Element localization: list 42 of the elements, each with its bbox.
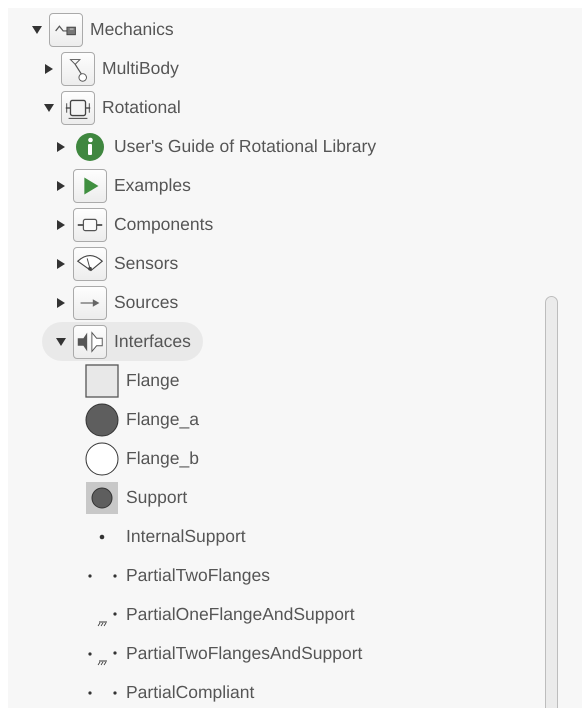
tree-item-label[interactable]: Components: [114, 214, 214, 235]
tree-item-label[interactable]: Sensors: [114, 253, 178, 274]
tree-item-label[interactable]: InternalSupport: [126, 526, 246, 547]
tree-item-label[interactable]: Rotational: [102, 97, 181, 118]
flange-icon: [73, 324, 107, 358]
dots-ground-icon: [88, 650, 117, 665]
caret-icon[interactable]: [32, 24, 42, 34]
inertia-icon: [61, 90, 95, 124]
caret-icon[interactable]: [56, 142, 66, 152]
tree-item-label[interactable]: Sources: [114, 292, 178, 313]
tree-item-label[interactable]: Interfaces: [114, 331, 191, 352]
play-icon: [73, 168, 107, 202]
hollow-circle-icon: [85, 442, 119, 476]
tree-item-label[interactable]: Flange_a: [126, 409, 199, 430]
tree-item-label[interactable]: PartialTwoFlangesAndSupport: [126, 643, 362, 664]
tree-item-label[interactable]: Examples: [114, 175, 191, 196]
caret-icon[interactable]: [56, 298, 66, 308]
scrollbar-thumb[interactable]: [545, 296, 558, 708]
tree-item-label[interactable]: Flange: [126, 370, 180, 391]
ground-dot-icon: [98, 612, 117, 626]
caret-icon[interactable]: [44, 102, 54, 112]
caret-icon[interactable]: [56, 220, 66, 230]
tree-item-label[interactable]: PartialOneFlangeAndSupport: [126, 604, 355, 625]
pendulum-icon: [61, 52, 95, 86]
linkage-icon: [49, 12, 83, 46]
tree-item-label[interactable]: User's Guide of Rotational Library: [114, 136, 376, 157]
tree-item-label[interactable]: Flange_b: [126, 448, 199, 469]
caret-icon[interactable]: [56, 180, 66, 190]
tree-item-label[interactable]: Mechanics: [90, 19, 174, 40]
tree-item-label[interactable]: MultiBody: [102, 58, 179, 79]
caret-icon[interactable]: [56, 258, 66, 268]
caret-icon[interactable]: [44, 64, 54, 74]
filled-circle-icon: [85, 402, 119, 436]
square-icon: [85, 364, 119, 398]
caret-icon[interactable]: [56, 336, 66, 346]
tree-item-label[interactable]: Support: [126, 487, 188, 508]
shaft-icon: [73, 208, 107, 242]
dot-icon: [100, 534, 104, 539]
tree-item-label[interactable]: PartialTwoFlanges: [126, 565, 270, 586]
support-icon: [85, 480, 119, 514]
tree-item-label[interactable]: PartialCompliant: [126, 682, 254, 703]
gauge-icon: [73, 246, 107, 280]
